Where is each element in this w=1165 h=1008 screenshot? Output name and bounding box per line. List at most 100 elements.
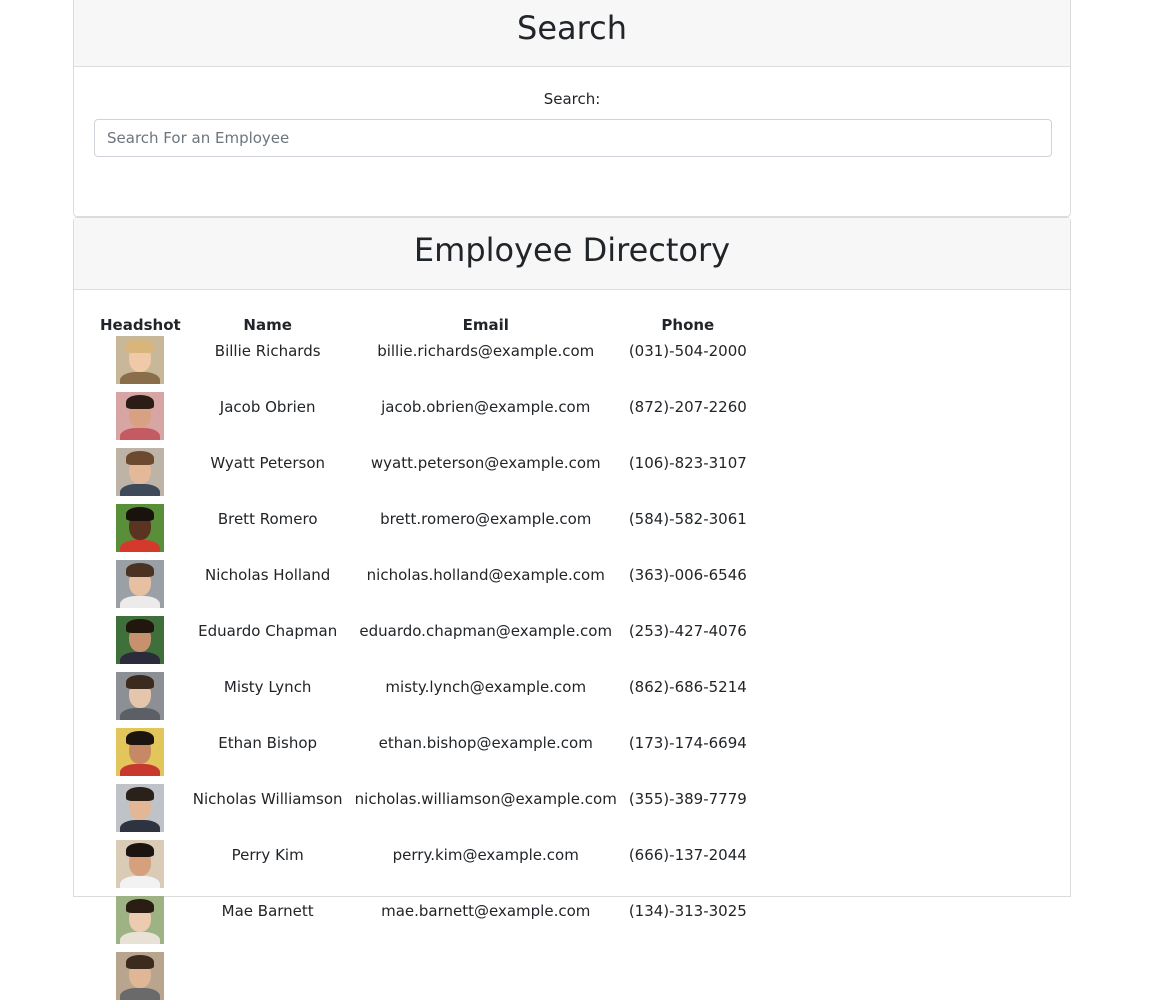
employee-email: misty.lynch@example.com bbox=[385, 678, 587, 696]
employee-name: Ethan Bishop bbox=[218, 734, 318, 752]
table-row: Nicholas Williamson nicholas.williamson@e… bbox=[94, 784, 753, 840]
table-row: Wyatt Peterson wyatt.peterson@example.com… bbox=[94, 448, 753, 504]
employee-table-body: Billie Richards billie.richards@example.c… bbox=[94, 336, 753, 1008]
headshot-hair bbox=[126, 731, 155, 745]
table-row: Misty Lynch misty.lynch@example.com (862)-… bbox=[94, 672, 753, 728]
headshot-hair bbox=[126, 843, 155, 857]
employee-email: jacob.obrien@example.com bbox=[381, 398, 591, 416]
headshot-image bbox=[116, 448, 165, 496]
headshot-image bbox=[116, 336, 165, 384]
employee-email: perry.kim@example.com bbox=[392, 846, 579, 864]
headshot-shoulders bbox=[120, 764, 161, 776]
headshot-hair bbox=[126, 899, 155, 913]
headshot-shoulders bbox=[120, 988, 161, 1000]
headshot-hair bbox=[126, 451, 155, 465]
table-row: Billie Richards billie.richards@example.c… bbox=[94, 336, 753, 392]
headshot-image bbox=[116, 952, 165, 1000]
headshot-cell bbox=[94, 784, 187, 840]
headshot-hair bbox=[126, 787, 155, 801]
headshot-shoulders bbox=[120, 540, 161, 552]
headshot-image bbox=[116, 504, 165, 552]
column-header-headshot[interactable]: Headshot bbox=[94, 314, 187, 336]
employee-phone: (253)-427-4076 bbox=[628, 622, 747, 640]
employee-name: Nicholas Holland bbox=[205, 566, 331, 584]
headshot-cell bbox=[94, 504, 187, 560]
headshot-hair bbox=[126, 395, 155, 409]
headshot-image bbox=[116, 616, 165, 664]
headshot-hair bbox=[126, 339, 155, 353]
employee-email: nicholas.williamson@example.com bbox=[354, 790, 617, 808]
headshot-image bbox=[116, 392, 165, 440]
headshot-shoulders bbox=[120, 596, 161, 608]
headshot-cell bbox=[94, 616, 187, 672]
headshot-cell bbox=[94, 952, 187, 1008]
headshot-image bbox=[116, 840, 165, 888]
employee-phone bbox=[623, 952, 753, 1008]
table-header-row: Headshot Name Email Phone bbox=[94, 314, 753, 336]
column-header-phone[interactable]: Phone bbox=[623, 314, 753, 336]
headshot-cell bbox=[94, 560, 187, 616]
headshot-image bbox=[116, 672, 165, 720]
employee-email: eduardo.chapman@example.com bbox=[359, 622, 613, 640]
employee-email bbox=[349, 952, 623, 1008]
employee-name: Billie Richards bbox=[214, 342, 321, 360]
headshot-hair bbox=[126, 675, 155, 689]
employee-email: brett.romero@example.com bbox=[380, 510, 592, 528]
employee-name: Wyatt Peterson bbox=[210, 454, 326, 472]
column-header-name[interactable]: Name bbox=[187, 314, 349, 336]
search-card: Search Search: bbox=[73, 0, 1071, 217]
table-row: Jacob Obrien jacob.obrien@example.com (872… bbox=[94, 392, 753, 448]
headshot-hair bbox=[126, 955, 155, 969]
headshot-cell bbox=[94, 448, 187, 504]
search-input[interactable] bbox=[94, 119, 1052, 157]
headshot-hair bbox=[126, 507, 155, 521]
table-row: Eduardo Chapman eduardo.chapman@example.c… bbox=[94, 616, 753, 672]
headshot-image bbox=[116, 784, 165, 832]
employee-phone: (106)-823-3107 bbox=[628, 454, 747, 472]
employee-phone: (584)-582-3061 bbox=[628, 510, 747, 528]
employee-email: mae.barnett@example.com bbox=[381, 902, 591, 920]
employee-phone: (862)-686-5214 bbox=[628, 678, 747, 696]
headshot-hair bbox=[126, 619, 155, 633]
table-row: Mae Barnett mae.barnett@example.com (134)-… bbox=[94, 896, 753, 952]
headshot-shoulders bbox=[120, 372, 161, 384]
headshot-hair bbox=[126, 563, 155, 577]
headshot-shoulders bbox=[120, 708, 161, 720]
employee-phone: (031)-504-2000 bbox=[628, 342, 747, 360]
headshot-shoulders bbox=[120, 484, 161, 496]
headshot-cell bbox=[94, 728, 187, 784]
employee-name bbox=[187, 952, 349, 1008]
table-row: Ethan Bishop ethan.bishop@example.com (173… bbox=[94, 728, 753, 784]
headshot-shoulders bbox=[120, 428, 161, 440]
employee-phone: (355)-389-7779 bbox=[628, 790, 747, 808]
headshot-image bbox=[116, 728, 165, 776]
search-card-header: Search bbox=[74, 0, 1070, 67]
directory-card-header: Employee Directory bbox=[74, 218, 1070, 290]
employee-name: Brett Romero bbox=[217, 510, 318, 528]
employee-name: Perry Kim bbox=[231, 846, 304, 864]
headshot-cell bbox=[94, 672, 187, 728]
table-row: Perry Kim perry.kim@example.com (666)-137-… bbox=[94, 840, 753, 896]
column-header-email[interactable]: Email bbox=[349, 314, 623, 336]
headshot-cell bbox=[94, 896, 187, 952]
employee-email: billie.richards@example.com bbox=[377, 342, 595, 360]
employee-name: Jacob Obrien bbox=[219, 398, 316, 416]
headshot-shoulders bbox=[120, 876, 161, 888]
employee-phone: (173)-174-6694 bbox=[628, 734, 747, 752]
directory-title: Employee Directory bbox=[413, 231, 731, 269]
employee-phone: (666)-137-2044 bbox=[628, 846, 747, 864]
employee-directory-card: Employee Directory Headshot Name Email P… bbox=[73, 217, 1071, 1000]
headshot-image bbox=[116, 560, 165, 608]
headshot-shoulders bbox=[120, 932, 161, 944]
employee-phone: (134)-313-3025 bbox=[628, 902, 747, 920]
headshot-cell bbox=[94, 336, 187, 392]
headshot-shoulders bbox=[120, 820, 161, 832]
search-label: Search: bbox=[543, 90, 601, 108]
employee-email: ethan.bishop@example.com bbox=[378, 734, 593, 752]
employee-name: Mae Barnett bbox=[221, 902, 314, 920]
headshot-shoulders bbox=[120, 652, 161, 664]
employee-phone: (872)-207-2260 bbox=[628, 398, 747, 416]
table-row: Brett Romero brett.romero@example.com (584… bbox=[94, 504, 753, 560]
employee-name: Nicholas Williamson bbox=[192, 790, 343, 808]
search-title: Search bbox=[517, 9, 627, 47]
